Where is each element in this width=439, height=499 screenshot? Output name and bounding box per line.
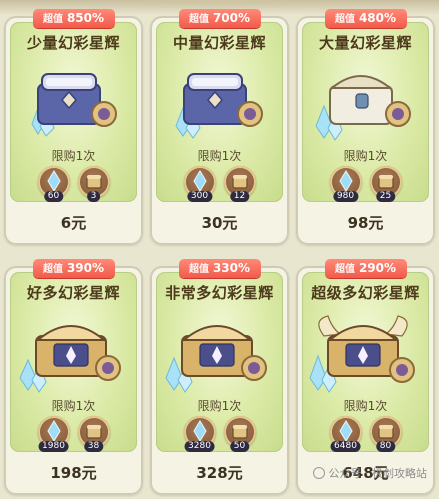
crystal-count: 300 — [186, 191, 213, 202]
wechat-icon — [312, 467, 325, 479]
purchase-limit: 限购1次 — [343, 149, 388, 163]
compass-token-icon — [237, 101, 263, 127]
price-button[interactable]: 198元 — [4, 456, 143, 490]
steel-chest-icon — [37, 73, 101, 125]
shop-card-1[interactable]: 超值 850% 少量幻彩星辉 限购1次 60 3 6元 — [4, 9, 143, 245]
pack-title: 中量幻彩星辉 — [172, 34, 266, 52]
crystal-reward: 1980 — [37, 416, 70, 452]
crystal-reward: 3280 — [183, 416, 216, 452]
reward-items: 60 3 — [10, 166, 137, 202]
price-button[interactable]: 328元 — [150, 456, 289, 490]
reward-items: 980 25 — [302, 166, 429, 202]
chest-reward: 12 — [223, 166, 256, 202]
purchase-limit: 限购1次 — [51, 399, 96, 413]
chest-reward: 50 — [223, 416, 256, 452]
watermark: 公众号 · 极剑攻略站 — [312, 465, 428, 481]
card-body: 大量幻彩星辉 限购1次 980 25 — [302, 22, 429, 202]
crystal-count: 3280 — [184, 441, 215, 452]
reward-items: 300 12 — [156, 166, 283, 202]
value-badge: 超值 330% — [178, 259, 261, 278]
purchase-limit: 限购1次 — [51, 149, 96, 163]
shop-card-2[interactable]: 超值 700% 中量幻彩星辉 限购1次 300 12 30元 — [150, 9, 289, 245]
price-button[interactable]: 30元 — [150, 206, 289, 240]
chest-reward: 80 — [369, 416, 402, 452]
card-body: 非常多幻彩星辉 限购1次 3280 50 — [156, 272, 283, 452]
chest-reward: 3 — [77, 166, 110, 202]
pack-title: 超级多幻彩星辉 — [311, 284, 420, 302]
chest-reward: 38 — [77, 416, 110, 452]
card-body: 少量幻彩星辉 限购1次 60 3 — [10, 22, 137, 202]
chest-count: 50 — [229, 441, 250, 452]
shop-card-3[interactable]: 超值 480% 大量幻彩星辉 限购1次 980 25 98元 — [296, 9, 435, 245]
card-body: 中量幻彩星辉 限购1次 300 12 — [156, 22, 283, 202]
compass-token-icon — [95, 355, 121, 381]
pack-title: 非常多幻彩星辉 — [165, 284, 274, 302]
crystal-count: 1980 — [38, 441, 69, 452]
pack-title: 好多幻彩星辉 — [26, 284, 120, 302]
value-badge: 超值 850% — [32, 9, 115, 28]
crystal-reward: 60 — [37, 166, 70, 202]
reward-items: 3280 50 — [156, 416, 283, 452]
purchase-limit: 限购1次 — [197, 399, 242, 413]
shop-card-4[interactable]: 超值 390% 好多幻彩星辉 限购1次 1980 38 198元 — [4, 259, 143, 495]
chest-count: 12 — [229, 191, 250, 202]
chest-count: 80 — [375, 441, 396, 452]
reward-items: 6480 80 — [302, 416, 429, 452]
chest-count: 3 — [86, 191, 101, 202]
purchase-limit: 限购1次 — [197, 149, 242, 163]
chest-illustration — [10, 56, 137, 148]
purchase-limit: 限购1次 — [343, 399, 388, 413]
price-button[interactable]: 98元 — [296, 206, 435, 240]
chest-illustration — [302, 306, 429, 398]
chest-illustration — [156, 306, 283, 398]
crystal-count: 6480 — [330, 441, 361, 452]
chest-illustration — [10, 306, 137, 398]
card-body: 超级多幻彩星辉 限购1次 6480 80 — [302, 272, 429, 452]
card-body: 好多幻彩星辉 限购1次 1980 38 — [10, 272, 137, 452]
pack-title: 少量幻彩星辉 — [26, 34, 120, 52]
compass-token-icon — [241, 355, 267, 381]
chest-reward: 25 — [369, 166, 402, 202]
price-button[interactable]: 6元 — [4, 206, 143, 240]
value-badge: 超值 290% — [324, 259, 407, 278]
compass-token-icon — [389, 357, 415, 383]
value-badge: 超值 480% — [324, 9, 407, 28]
crystal-reward: 6480 — [329, 416, 362, 452]
pearl-chest-icon — [329, 75, 393, 125]
shop-card-6[interactable]: 超值 290% 超级多幻彩星辉 限购1次 6480 80 648元 — [296, 259, 435, 495]
crystal-reward: 300 — [183, 166, 216, 202]
crystal-count: 980 — [332, 191, 359, 202]
crystal-count: 60 — [43, 191, 64, 202]
chest-count: 38 — [83, 441, 104, 452]
chest-illustration — [156, 56, 283, 148]
reward-items: 1980 38 — [10, 416, 137, 452]
compass-token-icon — [91, 101, 117, 127]
value-badge: 超值 390% — [32, 259, 115, 278]
compass-token-icon — [385, 101, 411, 127]
watermark-text: 公众号 · 极剑攻略站 — [328, 467, 428, 480]
value-badge: 超值 700% — [178, 9, 261, 28]
pack-title: 大量幻彩星辉 — [318, 34, 412, 52]
crystal-reward: 980 — [329, 166, 362, 202]
chest-count: 25 — [375, 191, 396, 202]
steel-chest-icon — [183, 73, 247, 125]
chest-illustration — [302, 56, 429, 148]
shop-card-5[interactable]: 超值 330% 非常多幻彩星辉 限购1次 3280 50 328元 — [150, 259, 289, 495]
